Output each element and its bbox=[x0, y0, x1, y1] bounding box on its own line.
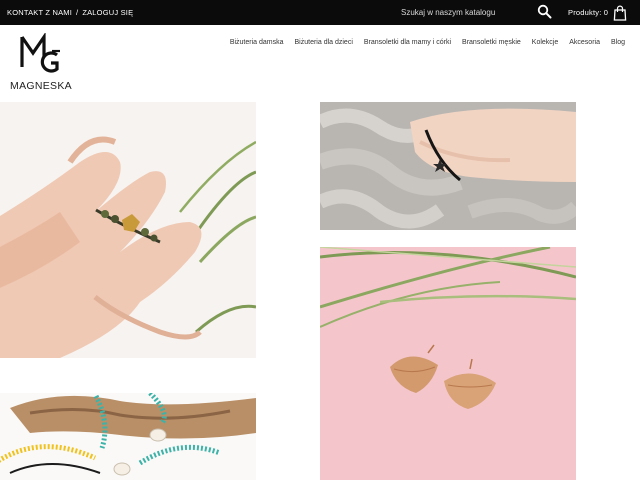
bracelet-sweater-image bbox=[320, 102, 576, 230]
ring-photo[interactable] bbox=[0, 102, 256, 358]
nav-item-akcesoria[interactable]: Akcesoria bbox=[569, 39, 600, 46]
nav-item-blog[interactable]: Blog bbox=[611, 39, 625, 46]
main-nav: Biżuteria damska Biżuteria dla dzieci Br… bbox=[230, 39, 625, 46]
search-icon bbox=[537, 4, 552, 19]
account-links: KONTAKT Z NAMI / ZALOGUJ SIĘ bbox=[7, 8, 133, 17]
ring-photo-image bbox=[0, 102, 256, 358]
login-link[interactable]: ZALOGUJ SIĘ bbox=[82, 8, 133, 17]
link-separator: / bbox=[76, 8, 79, 17]
top-bar: KONTAKT Z NAMI /ZALOGUJ SIĘ Produkty: 0 bbox=[0, 0, 640, 25]
shell-bracelets-photo[interactable] bbox=[0, 393, 256, 480]
site-logo[interactable]: MAGNESKA bbox=[8, 31, 74, 93]
logo-wordmark: MAGNESKA bbox=[10, 80, 72, 92]
shopping-bag-icon bbox=[613, 5, 627, 21]
bracelet-sweater-photo[interactable] bbox=[320, 102, 576, 230]
search-input[interactable] bbox=[395, 5, 535, 20]
cart-button[interactable]: Produkty: 0 bbox=[568, 4, 627, 21]
cart-label: Produkty: 0 bbox=[568, 8, 609, 17]
search-button[interactable] bbox=[537, 4, 552, 19]
nav-item-bizuteria-damska[interactable]: Biżuteria damska bbox=[230, 39, 284, 46]
logo-monogram bbox=[20, 31, 60, 73]
leaf-earrings-image bbox=[320, 247, 576, 480]
leaf-earrings-photo[interactable] bbox=[320, 247, 576, 480]
nav-item-bransoletki-mama-corka[interactable]: Bransoletki dla mamy i córki bbox=[364, 39, 451, 46]
nav-item-bizuteria-dla-dzieci[interactable]: Biżuteria dla dzieci bbox=[295, 39, 353, 46]
nav-item-bransoletki-meskie[interactable]: Bransoletki męskie bbox=[462, 39, 521, 46]
shell-bracelets-image bbox=[0, 393, 256, 480]
contact-link[interactable]: KONTAKT Z NAMI bbox=[7, 8, 72, 17]
nav-item-kolekcje[interactable]: Kolekcje bbox=[532, 39, 558, 46]
site-header: MAGNESKA Biżuteria damska Biżuteria dla … bbox=[0, 25, 640, 102]
